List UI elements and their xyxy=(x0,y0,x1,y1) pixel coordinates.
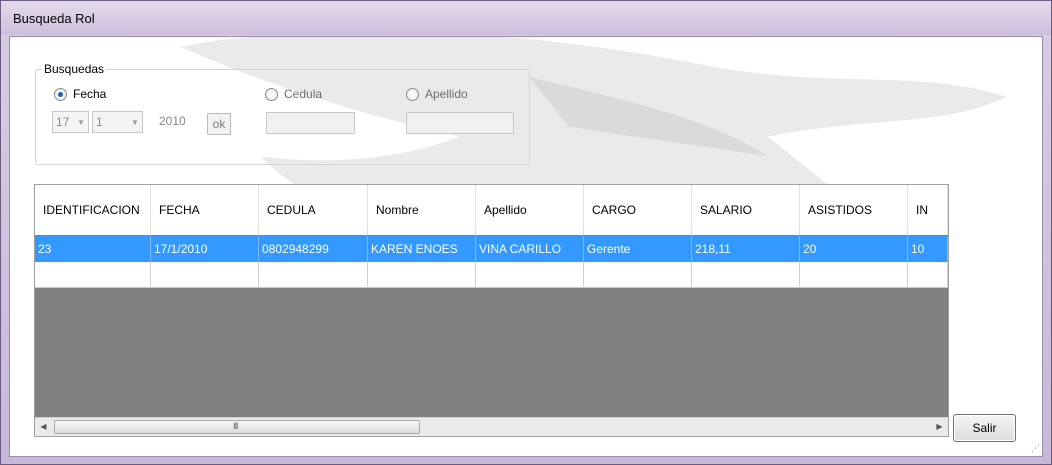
window-title: Busqueda Rol xyxy=(13,11,95,26)
busquedas-legend: Busquedas xyxy=(42,62,107,76)
horizontal-scrollbar[interactable]: ◀ III ▶ xyxy=(35,417,948,436)
table-cell-empty[interactable] xyxy=(692,262,800,288)
table-cell-empty[interactable] xyxy=(476,262,584,288)
column-header[interactable]: IN xyxy=(908,185,948,235)
chevron-down-icon[interactable]: ▼ xyxy=(128,118,142,127)
column-header[interactable]: CARGO xyxy=(584,185,692,235)
table-cell-empty[interactable] xyxy=(151,262,259,288)
apellido-field[interactable] xyxy=(406,112,514,134)
column-header[interactable]: IDENTIFICACION xyxy=(35,185,151,235)
results-grid[interactable]: IDENTIFICACION FECHA CEDULA Nombre Apellido C… xyxy=(34,184,949,437)
month-combo-value: 1 xyxy=(96,115,103,129)
radio-apellido-label: Apellido xyxy=(425,87,468,101)
scroll-right-icon[interactable]: ▶ xyxy=(931,418,948,436)
table-cell-empty[interactable] xyxy=(259,262,368,288)
column-header[interactable]: SALARIO xyxy=(692,185,800,235)
resize-grip-icon[interactable]: ⋰ xyxy=(1031,443,1040,454)
title-bar[interactable]: Busqueda Rol xyxy=(1,1,1051,35)
column-header[interactable]: ASISTIDOS xyxy=(800,185,908,235)
year-field[interactable]: 2010 xyxy=(155,111,200,133)
table-cell[interactable]: 20 xyxy=(800,236,908,262)
table-cell-empty[interactable] xyxy=(368,262,476,288)
table-cell-empty[interactable] xyxy=(35,262,151,288)
radio-apellido[interactable]: Apellido xyxy=(406,87,468,101)
column-header[interactable]: Nombre xyxy=(368,185,476,235)
table-cell[interactable]: 218,11 xyxy=(692,236,800,262)
grid-header-row: IDENTIFICACION FECHA CEDULA Nombre Apellido C… xyxy=(35,185,948,235)
scroll-left-icon[interactable]: ◀ xyxy=(35,418,52,436)
chevron-down-icon[interactable]: ▼ xyxy=(74,118,88,127)
day-combo-value: 17 xyxy=(56,115,70,129)
table-cell[interactable]: 23 xyxy=(35,236,151,262)
radio-cedula[interactable]: Cedula xyxy=(265,87,322,101)
table-cell[interactable]: KAREN ENOES xyxy=(368,236,476,262)
busqueda-rol-window: Busqueda Rol Busquedas Fecha Cedula Apel… xyxy=(0,0,1052,465)
column-header[interactable]: Apellido xyxy=(476,185,584,235)
radio-fecha-label: Fecha xyxy=(73,87,107,101)
table-cell[interactable]: VINA CARILLO xyxy=(476,236,584,262)
table-cell-empty[interactable] xyxy=(800,262,908,288)
radio-cedula-label: Cedula xyxy=(284,87,323,101)
month-combo[interactable]: 1 ▼ xyxy=(92,111,143,133)
day-combo[interactable]: 17 ▼ xyxy=(52,111,89,133)
table-cell-empty[interactable] xyxy=(908,262,948,288)
radio-fecha-indicator[interactable] xyxy=(54,87,67,101)
column-header[interactable]: CEDULA xyxy=(259,185,368,235)
ok-button[interactable]: ok xyxy=(207,113,231,135)
salir-button[interactable]: Salir xyxy=(953,414,1016,442)
table-row-selected[interactable]: 23 17/1/2010 0802948299 KAREN ENOES VINA CAR… xyxy=(35,236,948,262)
column-header[interactable]: FECHA xyxy=(151,185,259,235)
table-cell[interactable]: 0802948299 xyxy=(259,236,368,262)
table-cell[interactable]: 17/1/2010 xyxy=(151,236,259,262)
radio-cedula-indicator[interactable] xyxy=(265,87,278,101)
table-row-new[interactable] xyxy=(35,262,948,288)
cedula-field[interactable] xyxy=(266,112,355,134)
scrollbar-thumb[interactable]: III xyxy=(54,420,420,434)
radio-fecha[interactable]: Fecha xyxy=(54,87,106,101)
client-area: Busquedas Fecha Cedula Apellido 17 ▼ 1 ▼… xyxy=(9,36,1043,457)
radio-apellido-indicator[interactable] xyxy=(406,87,419,101)
scrollbar-grip-icon: III xyxy=(233,421,238,431)
table-cell[interactable]: 10 xyxy=(908,236,948,262)
table-cell[interactable]: Gerente xyxy=(584,236,692,262)
table-cell-empty[interactable] xyxy=(584,262,692,288)
